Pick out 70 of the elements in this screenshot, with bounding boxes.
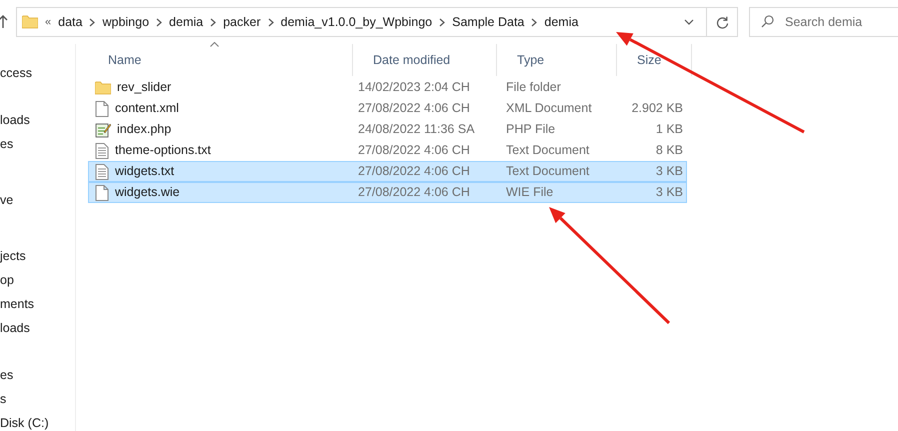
breadcrumb[interactable]: demia_v1.0.0_by_Wpbingo bbox=[280, 12, 432, 32]
date-cell-text: 27/08/2022 4:06 CH bbox=[357, 142, 471, 160]
notepad-pencil-icon bbox=[95, 122, 111, 138]
chevron-right-icon[interactable] bbox=[156, 18, 162, 26]
sidebar-item[interactable]: jects bbox=[0, 248, 75, 272]
date-cell-text: 27/08/2022 4:06 CH bbox=[357, 100, 471, 118]
type-cell-text: File folder bbox=[505, 79, 562, 96]
size-cell-text: 1 KB bbox=[654, 121, 683, 138]
file-row[interactable]: theme-options.txt 27/08/2022 4:06 CH Text Document 8 KB bbox=[88, 140, 687, 161]
column-header[interactable]: Type bbox=[497, 44, 617, 76]
type-cell-text: WIE File bbox=[505, 184, 554, 202]
sidebar-item[interactable]: ccess bbox=[0, 65, 75, 89]
sidebar-item[interactable]: loads bbox=[0, 320, 75, 344]
up-arrow-icon[interactable] bbox=[0, 15, 8, 29]
chevron-right-icon[interactable] bbox=[531, 18, 538, 26]
text-file-icon bbox=[95, 142, 109, 158]
date-cell-text: 27/08/2022 4:06 CH bbox=[357, 163, 471, 180]
text-file-icon bbox=[95, 164, 109, 180]
size-cell-text: 3 KB bbox=[654, 163, 683, 180]
file-row[interactable]: rev_slider 14/02/2023 2:04 CH File folder bbox=[88, 77, 687, 98]
file-name: widgets.wie bbox=[115, 184, 180, 202]
chevron-right-icon[interactable] bbox=[439, 18, 446, 26]
date-cell-text: 24/08/2022 11:36 SA bbox=[357, 121, 476, 138]
file-name: theme-options.txt bbox=[115, 142, 211, 160]
breadcrumb[interactable]: demia bbox=[544, 12, 578, 32]
column-header[interactable]: Name bbox=[88, 44, 353, 76]
chevron-right-icon[interactable] bbox=[268, 18, 274, 26]
chevron-right-icon[interactable] bbox=[89, 18, 96, 26]
size-cell-text: 3 KB bbox=[654, 184, 683, 202]
breadcrumb[interactable]: wpbingo bbox=[102, 12, 150, 32]
type-cell-text: XML Document bbox=[505, 100, 593, 118]
size-cell-text: 8 KB bbox=[654, 142, 683, 160]
file-icon bbox=[95, 184, 109, 200]
date-cell-text: 27/08/2022 4:06 CH bbox=[357, 184, 471, 202]
type-cell-text: Text Document bbox=[505, 163, 590, 180]
size-cell-text: 2.902 KB bbox=[630, 100, 683, 118]
file-row[interactable]: index.php 24/08/2022 11:36 SA PHP File 1 KB bbox=[88, 119, 687, 140]
folder-icon bbox=[95, 80, 111, 94]
file-name: widgets.txt bbox=[115, 163, 174, 180]
sidebar-item[interactable]: Disk (C:) bbox=[0, 415, 75, 431]
file-row[interactable]: widgets.wie 27/08/2022 4:06 CH WIE File 3 KB bbox=[88, 182, 687, 203]
file-name: rev_slider bbox=[117, 79, 172, 96]
breadcrumb[interactable]: demia bbox=[169, 12, 204, 32]
file-row[interactable]: content.xml 27/08/2022 4:06 CH XML Document 2.902 KB bbox=[88, 98, 687, 119]
refresh-icon[interactable] bbox=[716, 16, 728, 28]
sidebar-item[interactable]: es bbox=[0, 367, 75, 391]
sidebar-item[interactable]: ments bbox=[0, 296, 75, 320]
chevron-down-icon[interactable] bbox=[684, 19, 694, 25]
search-icon bbox=[761, 15, 774, 28]
type-cell-text: PHP File bbox=[505, 121, 556, 138]
chevron-right-icon[interactable] bbox=[210, 18, 216, 26]
sidebar-item[interactable]: op bbox=[0, 272, 75, 296]
sidebar-item[interactable]: s bbox=[0, 391, 75, 415]
sidebar-item[interactable]: ve bbox=[0, 192, 75, 216]
file-row[interactable]: widgets.txt 27/08/2022 4:06 CH Text Document 3 KB bbox=[88, 161, 687, 182]
type-cell-text: Text Document bbox=[505, 142, 590, 160]
address-bar[interactable]: « data wpbingo demia packer demia_v1.0.0_by_Wpbingo Sample Data demia bbox=[16, 7, 738, 37]
breadcrumb[interactable]: packer bbox=[223, 12, 261, 32]
folder-icon bbox=[22, 15, 38, 29]
file-icon bbox=[95, 100, 109, 116]
sidebar-item[interactable]: es bbox=[0, 136, 75, 160]
sidebar-item[interactable]: loads bbox=[0, 112, 75, 136]
breadcrumb[interactable]: Sample Data bbox=[452, 12, 524, 32]
file-name: content.xml bbox=[115, 100, 179, 118]
file-name: index.php bbox=[117, 121, 172, 138]
column-header[interactable]: Date modified bbox=[353, 44, 497, 76]
date-cell-text: 14/02/2023 2:04 CH bbox=[357, 79, 471, 96]
overflow-chevron[interactable]: « bbox=[45, 14, 52, 30]
search-field[interactable]: Search demia bbox=[749, 7, 898, 37]
breadcrumb[interactable]: data bbox=[58, 12, 82, 32]
